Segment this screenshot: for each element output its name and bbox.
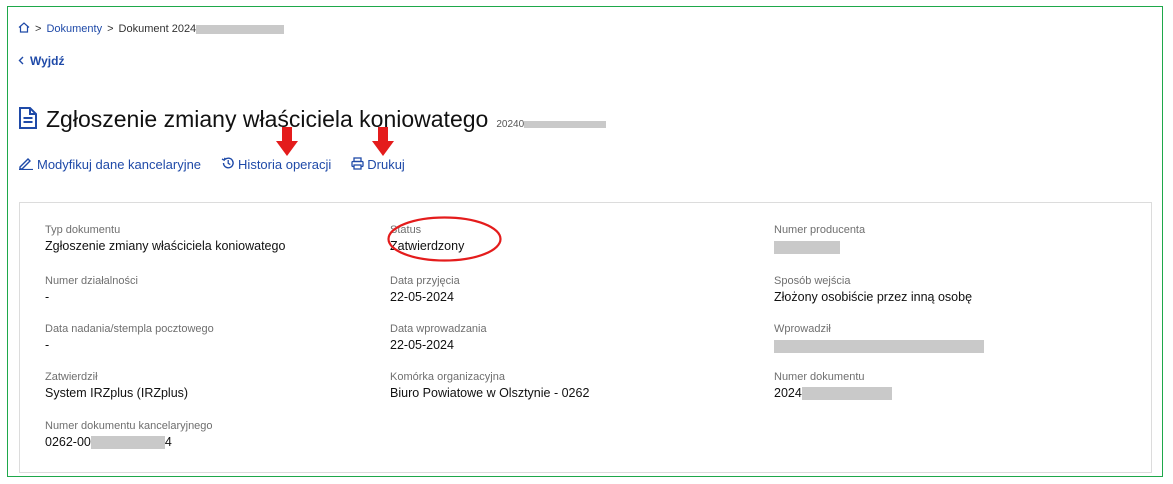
field-value-suffix: 4 bbox=[164, 435, 172, 449]
field-office-doc-number: Numer dokumentu kancelaryjnego 0262-00 4 bbox=[45, 419, 213, 450]
page-title: Zgłoszenie zmiany właściciela koniowateg… bbox=[46, 106, 489, 132]
details-panel: Typ dokumentu Zgłoszenie zmiany właścici… bbox=[19, 202, 1152, 473]
field-document-type: Typ dokumentu Zgłoszenie zmiany właścici… bbox=[45, 223, 285, 254]
breadcrumb: > Dokumenty > Dokument 2024 bbox=[18, 22, 285, 36]
field-entry-date: Data wprowadzania 22-05-2024 bbox=[390, 322, 487, 353]
field-label: Sposób wejścia bbox=[774, 275, 851, 287]
field-activity-number: Numer działalności - bbox=[45, 274, 138, 305]
field-value-prefix: 0262-00 bbox=[45, 435, 91, 449]
document-number-prefix: 20240 bbox=[496, 119, 525, 130]
redaction-box bbox=[524, 121, 607, 128]
print-label: Drukuj bbox=[367, 157, 405, 172]
field-value: 22-05-2024 bbox=[390, 290, 454, 304]
field-value: Złożony osobiście przez inną osobę bbox=[774, 290, 973, 304]
field-value: 22-05-2024 bbox=[390, 338, 454, 352]
field-label: Numer działalności bbox=[45, 275, 138, 287]
history-label: Historia operacji bbox=[238, 157, 332, 172]
back-link[interactable]: Wyjdź bbox=[18, 54, 64, 68]
history-icon bbox=[221, 156, 235, 173]
redaction-box bbox=[90, 435, 165, 449]
annotation-ellipse-status bbox=[387, 216, 502, 262]
page-title-row: Zgłoszenie zmiany właściciela koniowateg… bbox=[18, 103, 607, 135]
field-value-prefix: 2024 bbox=[774, 386, 802, 400]
field-value: - bbox=[45, 338, 50, 352]
annotation-arrow-print bbox=[372, 127, 394, 156]
redaction-box bbox=[774, 340, 984, 353]
printer-icon bbox=[351, 156, 364, 173]
field-value: System IRZplus (IRZplus) bbox=[45, 386, 189, 400]
field-value: Biuro Powiatowe w Olsztynie - 0262 bbox=[390, 386, 590, 400]
annotation-arrow-history bbox=[276, 127, 298, 156]
field-label: Wprowadził bbox=[774, 323, 831, 335]
field-value: Zgłoszenie zmiany właściciela koniowateg… bbox=[45, 239, 286, 253]
field-label: Data wprowadzania bbox=[390, 323, 487, 335]
breadcrumb-current-label: Dokument 2024 bbox=[118, 23, 197, 35]
field-entered-by: Wprowadził bbox=[774, 322, 984, 353]
document-number: 20240 bbox=[496, 119, 607, 130]
field-document-number: Numer dokumentu 2024 bbox=[774, 370, 892, 401]
field-label: Numer producenta bbox=[774, 224, 866, 236]
modify-button[interactable]: Modyfikuj dane kancelaryjne bbox=[18, 156, 201, 173]
field-value: 2024 bbox=[774, 385, 892, 401]
field-label: Typ dokumentu bbox=[45, 224, 121, 236]
print-button[interactable]: Drukuj bbox=[351, 156, 405, 173]
field-organizational-unit: Komórka organizacyjna Biuro Powiatowe w … bbox=[390, 370, 589, 401]
back-label: Wyjdź bbox=[30, 54, 65, 68]
field-value: 0262-00 4 bbox=[45, 434, 213, 450]
redaction-box bbox=[196, 24, 285, 34]
field-value bbox=[774, 337, 984, 353]
field-label: Numer dokumentu bbox=[774, 371, 865, 383]
pencil-icon bbox=[18, 156, 34, 173]
breadcrumb-separator: > bbox=[107, 23, 114, 35]
field-postmark-date: Data nadania/stempla pocztowego - bbox=[45, 322, 214, 353]
field-value bbox=[774, 238, 865, 254]
breadcrumb-documents-link[interactable]: Dokumenty bbox=[46, 23, 102, 35]
history-button[interactable]: Historia operacji bbox=[221, 156, 331, 173]
document-icon bbox=[18, 106, 38, 135]
breadcrumb-current: Dokument 2024 bbox=[119, 23, 285, 35]
home-icon[interactable] bbox=[18, 22, 30, 36]
breadcrumb-separator: > bbox=[35, 23, 42, 35]
field-label: Numer dokumentu kancelaryjnego bbox=[45, 420, 213, 432]
field-label: Data nadania/stempla pocztowego bbox=[45, 323, 214, 335]
field-entry-method: Sposób wejścia Złożony osobiście przez i… bbox=[774, 274, 972, 305]
field-label: Komórka organizacyjna bbox=[390, 371, 505, 383]
action-bar: Modyfikuj dane kancelaryjne Historia ope… bbox=[18, 156, 405, 173]
field-approved-by: Zatwierdził System IRZplus (IRZplus) bbox=[45, 370, 188, 401]
chevron-left-icon bbox=[18, 54, 24, 68]
redaction-box bbox=[801, 386, 892, 400]
field-value: - bbox=[45, 290, 50, 304]
field-producer-number: Numer producenta bbox=[774, 223, 865, 254]
field-acceptance-date: Data przyjęcia 22-05-2024 bbox=[390, 274, 460, 305]
field-label: Data przyjęcia bbox=[390, 275, 460, 287]
field-label: Zatwierdził bbox=[45, 371, 98, 383]
modify-label: Modyfikuj dane kancelaryjne bbox=[37, 157, 202, 172]
redaction-box bbox=[774, 241, 840, 254]
